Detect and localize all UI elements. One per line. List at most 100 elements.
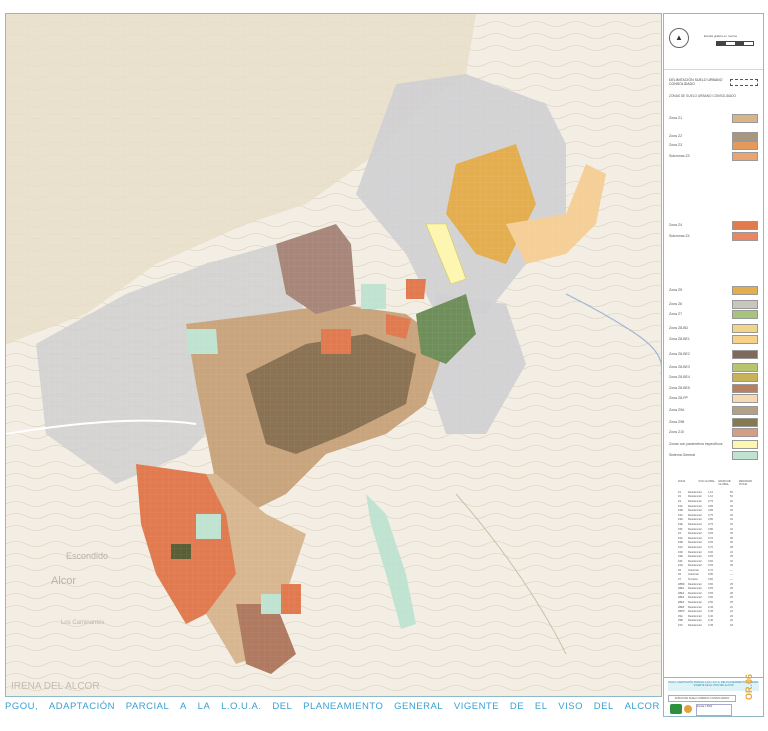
legend-row: Zona Z8-BE2 [669, 350, 759, 359]
place-label-alcor: Alcor [51, 575, 76, 587]
table-cell: Residencial [688, 596, 702, 600]
legend-row: Zona Z4 [669, 221, 759, 230]
table-cell: Residencial [688, 582, 702, 586]
legend-row: Zona Z1 [669, 114, 759, 123]
table-header-cell: ZONA [678, 480, 686, 483]
map-canvas[interactable]: Escondido Alcor IRENA DEL ALCOR Los Cami… [6, 14, 661, 696]
legend-row: Zona Z8-BD [669, 324, 759, 333]
table-cell: 38 [730, 545, 733, 549]
table-cell: 0,80 [708, 573, 714, 577]
legend-row: Zona Z3 [669, 141, 759, 150]
legend-title-swatch [730, 79, 758, 86]
table-cell: Residencial [688, 499, 702, 503]
legend-swatch [732, 114, 758, 123]
legend-label: Zona Z7 [669, 312, 683, 316]
table-cell: 20 [730, 619, 733, 623]
table-cell: — [730, 568, 733, 572]
legend-label: Zona Z10 [669, 430, 684, 434]
table-cell: 35 [730, 555, 733, 559]
table-cell: Z9B [678, 619, 683, 623]
table-cell: 0,35 [708, 624, 714, 628]
table-cell: Residencial [688, 564, 702, 568]
table-cell: 25 [730, 582, 733, 586]
table-cell: 0,45 [708, 610, 714, 614]
legend-row: Zona Z9B [669, 418, 759, 427]
legend-row: Sistema General [669, 451, 759, 460]
legend-label: Subzonas Z3 [669, 154, 690, 158]
title-block: PGOU, ADAPTACIÓN PARCIAL A LA L.O.U.A. D… [664, 673, 763, 716]
table-cell: Residencial [688, 624, 702, 628]
legend-swatch [732, 350, 758, 359]
table-cell: Z9A [678, 614, 683, 618]
footer-word: PLANEAMIENTO [303, 700, 384, 712]
map-sheet: Escondido Alcor IRENA DEL ALCOR Los Cami… [0, 0, 768, 731]
sheet-code: OR.06 [744, 673, 755, 701]
legend-swatch [732, 451, 758, 460]
table-cell: 35 [730, 532, 733, 536]
table-cell: 35 [730, 564, 733, 568]
table-cell: Z10 [678, 624, 683, 628]
legend-swatch [732, 324, 758, 333]
table-cell: Residencial [688, 504, 702, 508]
table-cell: 32 [730, 559, 733, 563]
legend-row: Zona Z8-BE3 [669, 363, 759, 372]
legend-row: Subzonas Z4 [669, 232, 759, 241]
legend-label: Zona Z8-PP [669, 396, 688, 400]
table-cell: 0,60 [708, 578, 714, 582]
table-cell: — [730, 573, 733, 577]
junta-logo-icon [670, 704, 682, 714]
place-label-caminantes: Los Caminantes [61, 620, 104, 626]
table-cell: 22 [730, 605, 733, 609]
legend-label: Sistema General [669, 453, 696, 457]
legend-label: Zona Z8-BE1 [669, 337, 690, 341]
legend-header: ▲ Escala gráfica en metros [664, 14, 763, 70]
table-cell: Residencial [688, 587, 702, 591]
table-cell: 42 [730, 527, 733, 531]
table-cell: Z4A [678, 536, 683, 540]
table-cell: Residencial [688, 495, 702, 499]
legend-swatch [732, 406, 758, 415]
table-cell: Z4C [678, 545, 683, 549]
municipal-seal-icon [684, 705, 692, 713]
footer-word: ALCOR [624, 700, 660, 712]
table-cell: Residencial [688, 509, 702, 513]
table-cell: 22 [730, 610, 733, 614]
legend-label: Zona Z2 [669, 134, 683, 138]
table-cell: 40 [730, 513, 733, 517]
table-cell: 0,75 [708, 499, 714, 503]
legend-swatch [732, 394, 758, 403]
table-cell: Z7 [678, 578, 682, 582]
table-cell: Industrial [688, 568, 699, 572]
legend-label: Zona Z8-BE5 [669, 386, 690, 390]
table-cell: Z5 [678, 568, 682, 572]
table-cell: 28 [730, 591, 733, 595]
table-cell: Residencial [688, 601, 702, 605]
legend-row: Zona Z10 [669, 428, 759, 437]
table-cell: 28 [730, 587, 733, 591]
legend-swatch [732, 221, 758, 230]
footer-word: DEL [593, 700, 614, 712]
table-cell: 0,80 [708, 527, 714, 531]
table-cell: 0,55 [708, 591, 714, 595]
legend-row: Zona Z9A [669, 406, 759, 415]
map-frame[interactable]: Escondido Alcor IRENA DEL ALCOR Los Cami… [5, 13, 662, 697]
table-cell: 40 [730, 522, 733, 526]
table-cell: Z3C [678, 513, 683, 517]
zone-table: ZONA USO GLOBAL EDIFICAB. GLOBAL DENSIDAD V… [678, 480, 756, 628]
table-cell: 0,50 [708, 601, 714, 605]
table-cell: Residencial [688, 591, 702, 595]
table-cell: Residencial [688, 536, 702, 540]
north-arrow-icon: ▲ [669, 28, 689, 48]
table-cell: Residencial [688, 513, 702, 517]
table-cell: 50 [730, 490, 733, 494]
footer-word: DE [509, 700, 525, 712]
legend-row: Zona Z8-PP [669, 394, 759, 403]
legend-swatch [732, 310, 758, 319]
legend-swatch [732, 141, 758, 150]
table-cell: Z4 [678, 532, 682, 536]
table-cell: — [730, 578, 733, 582]
legend-label: Zona Z5 [669, 288, 683, 292]
table-cell: Residencial [688, 614, 702, 618]
legend-row: Zona Z8-BE4 [669, 373, 759, 382]
sheet-title: ZONAS DE SUELO URBANO CONSOLIDADO [668, 695, 736, 702]
